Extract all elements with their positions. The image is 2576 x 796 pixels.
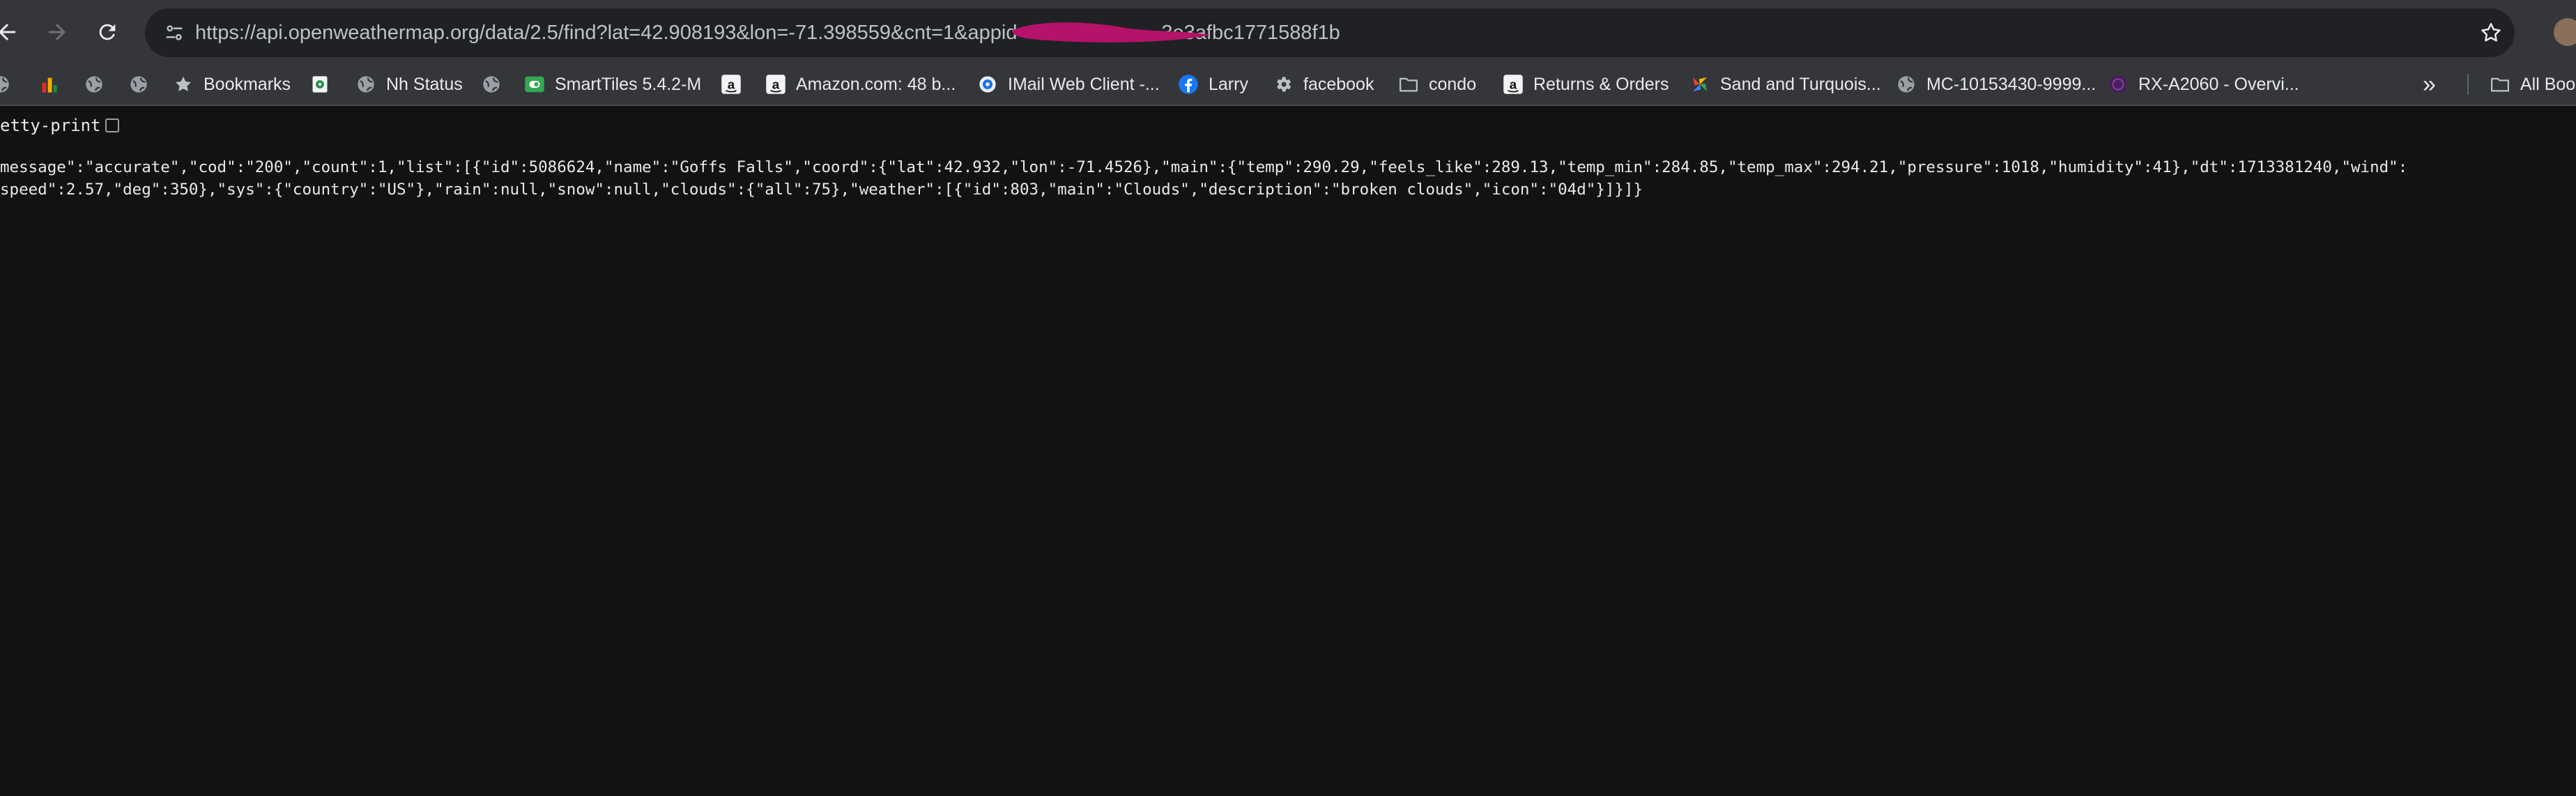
globe-icon	[84, 74, 105, 95]
bookmark-globe-4[interactable]	[481, 64, 512, 105]
bookmark-globe-2[interactable]	[84, 64, 114, 105]
pretty-print-label: etty-print	[0, 116, 101, 135]
all-bookmarks-button[interactable]: All Boo	[2490, 64, 2575, 105]
globe-icon	[355, 74, 376, 95]
bookmark-amazon-1[interactable]: a	[721, 64, 751, 105]
bookmark-star-button[interactable]	[2474, 16, 2508, 49]
pretty-print-toggle[interactable]: etty-print	[0, 112, 119, 139]
bookmark-label: Bookmarks	[204, 74, 291, 94]
bookmark-label: Returns & Orders	[1533, 74, 1669, 94]
bookmark-label: IMail Web Client -...	[1008, 74, 1160, 94]
bar-chart-icon	[39, 74, 60, 95]
amazon-icon: a	[721, 74, 742, 95]
folder-icon	[2490, 74, 2510, 95]
bookmark-label: MC-10153430-9999...	[1926, 74, 2096, 94]
amazon-icon: a	[765, 74, 786, 95]
bookmark-label: facebook	[1303, 74, 1374, 94]
bookmark-facebook[interactable]: facebook	[1273, 64, 1374, 105]
url-before-redaction: https://api.openweathermap.org/data/2.5/…	[195, 22, 1029, 44]
bookmark-label: Larry	[1209, 74, 1248, 94]
bookmark-label: SmartTiles 5.4.2-M	[555, 74, 702, 94]
bookmark-label: condo	[1429, 74, 1477, 94]
tune-icon	[166, 25, 183, 40]
bookmark-rx-a2060[interactable]: RX-A2060 - Overvi...	[2108, 64, 2299, 105]
bookmark-imail[interactable]: IMail Web Client -...	[977, 64, 1160, 105]
bookmark-condo-folder[interactable]: condo	[1398, 64, 1476, 105]
imail-icon	[977, 74, 998, 95]
bookmark-sand-turquoise[interactable]: Sand and Turquois...	[1689, 64, 1881, 105]
bookmarks-overflow-button[interactable]: »	[2423, 64, 2436, 105]
bookmark-nh-status[interactable]: Nh Status	[355, 64, 463, 105]
globe-icon	[481, 74, 502, 95]
address-bar[interactable]: https://api.openweathermap.org/data/2.5/…	[145, 8, 2515, 57]
bookmark-bookmarks-folder[interactable]: Bookmarks	[173, 64, 291, 105]
bookmark-amazon-48[interactable]: a Amazon.com: 48 b...	[765, 64, 956, 105]
json-response: message":"accurate","cod":"200","count":…	[0, 156, 2576, 201]
globe-icon	[1896, 74, 1917, 95]
svg-text:a: a	[772, 77, 780, 91]
svg-text:a: a	[728, 77, 735, 91]
svg-text:a: a	[1510, 77, 1517, 91]
bookmark-smarttiles[interactable]: SmartTiles 5.4.2-M	[524, 64, 701, 105]
yamaha-icon	[2108, 74, 2129, 95]
gear-icon	[1273, 74, 1294, 95]
bookmark-chart[interactable]	[39, 64, 70, 105]
all-bookmarks-label: All Boo	[2520, 74, 2576, 94]
camera-icon	[309, 74, 330, 95]
browser-toolbar: https://api.openweathermap.org/data/2.5/…	[0, 0, 2576, 64]
facebook-icon	[1178, 74, 1199, 95]
star-icon	[173, 74, 194, 95]
reload-button[interactable]	[91, 15, 124, 49]
bookmark-returns-orders[interactable]: a Returns & Orders	[1503, 64, 1669, 105]
globe-icon	[128, 74, 149, 95]
back-arrow-icon	[0, 24, 15, 40]
bookmarks-bar: Bookmarks Nh Status SmartTiles 5.4.2-M a…	[0, 64, 2576, 106]
bookmark-globe-3[interactable]	[128, 64, 159, 105]
bookmark-label: Nh Status	[386, 74, 463, 94]
globe-icon	[0, 74, 11, 95]
bookmark-larry[interactable]: Larry	[1178, 64, 1248, 105]
bookmark-label: Sand and Turquois...	[1720, 74, 1881, 94]
back-button[interactable]	[0, 15, 24, 49]
bookmark-globe-1[interactable]	[0, 64, 21, 105]
reload-icon	[99, 24, 116, 40]
bookmark-label: Amazon.com: 48 b...	[796, 74, 956, 94]
amazon-icon: a	[1503, 74, 1524, 95]
redaction-mark	[1012, 22, 1210, 43]
smarttiles-icon	[524, 74, 545, 95]
bookmark-camera[interactable]	[309, 64, 340, 105]
bookmark-label: RX-A2060 - Overvi...	[2138, 74, 2299, 94]
overflow-chevron-icon: »	[2423, 70, 2436, 98]
json-line: message":"accurate","cod":"200","count":…	[0, 158, 2408, 176]
folder-icon	[1398, 74, 1419, 95]
bookmarks-separator	[2467, 74, 2469, 95]
site-info-button[interactable]	[158, 16, 191, 49]
forward-button[interactable]	[40, 15, 74, 49]
json-line: speed":2.57,"deg":350},"sys":{"country":…	[0, 181, 1643, 199]
bookmark-mc[interactable]: MC-10153430-9999...	[1896, 64, 2096, 105]
star-outline-icon	[2481, 22, 2501, 42]
pretty-print-checkbox[interactable]	[105, 118, 119, 132]
pinwheel-icon	[1689, 74, 1710, 95]
forward-arrow-icon	[49, 24, 66, 40]
profile-avatar[interactable]	[2554, 18, 2576, 46]
